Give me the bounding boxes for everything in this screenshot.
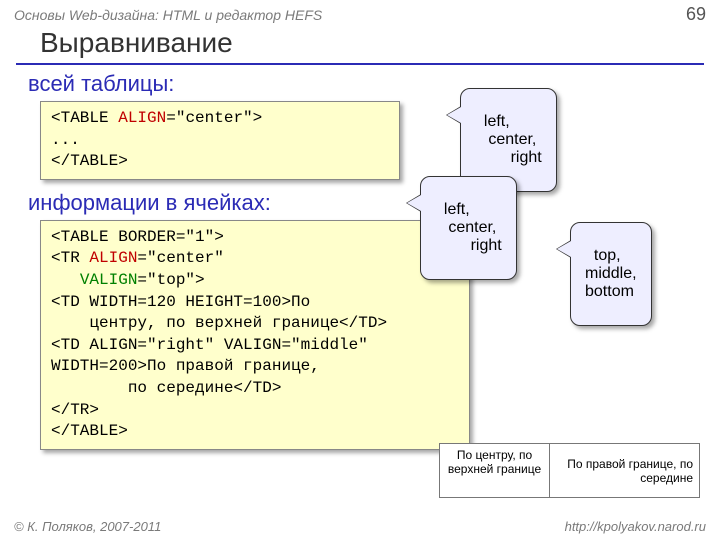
code-text: </TABLE> xyxy=(51,421,459,443)
callout-text: top, middle, bottom xyxy=(585,247,637,300)
callout-valign-values: top, middle, bottom xyxy=(570,222,652,326)
footer-url: http://kpolyakov.narod.ru xyxy=(565,519,706,534)
code-text: <TD WIDTH=120 HEIGHT=100>По xyxy=(51,292,459,314)
code-text: ="center" xyxy=(137,249,223,267)
callout-tail xyxy=(407,195,421,211)
page-number: 69 xyxy=(686,4,706,25)
topic-text: Основы Web-дизайна: HTML и редактор HEFS xyxy=(14,7,322,23)
sample-cell-top-center: По центру, по верхней границе xyxy=(440,444,550,498)
code-keyword-align: ALIGN xyxy=(89,249,137,267)
subhead-table-align: всей таблицы: xyxy=(0,71,720,97)
code-text: ="center"> xyxy=(166,109,262,127)
callout-text: left, center, right xyxy=(475,113,542,166)
callout-align-values-2: left, center, right xyxy=(420,176,517,280)
code-text: </TR> xyxy=(51,400,459,422)
code-text xyxy=(51,271,80,289)
subhead-cell-align: информации в ячейках: xyxy=(0,190,720,216)
code-table-align: <TABLE ALIGN="center"> ... </TABLE> xyxy=(40,101,400,180)
code-text: ="top"> xyxy=(137,271,204,289)
slide-header: Основы Web-дизайна: HTML и редактор HEFS… xyxy=(0,0,720,25)
copyright-text: © К. Поляков, 2007-2011 xyxy=(14,519,161,534)
code-cell-align: <TABLE BORDER="1"> <TR ALIGN="center" VA… xyxy=(40,220,470,450)
code-text: <TABLE xyxy=(51,109,118,127)
code-text: ... xyxy=(51,130,389,152)
code-text: <TD ALIGN="right" VALIGN="middle" xyxy=(51,335,459,357)
code-text: WIDTH=200>По правой границе, xyxy=(51,356,459,378)
sample-render-table: По центру, по верхней границе По правой … xyxy=(439,443,700,498)
code-text: <TABLE BORDER="1"> xyxy=(51,227,459,249)
callout-text: left, center, right xyxy=(435,201,502,254)
code-text: <TR xyxy=(51,249,89,267)
callout-tail xyxy=(447,107,461,123)
code-text: по середине</TD> xyxy=(51,378,459,400)
title-rule xyxy=(16,63,704,65)
code-keyword-valign: VALIGN xyxy=(80,271,138,289)
slide-footer: © К. Поляков, 2007-2011 http://kpolyakov… xyxy=(14,519,706,534)
code-keyword-align: ALIGN xyxy=(118,109,166,127)
table-row: По центру, по верхней границе По правой … xyxy=(440,444,700,498)
sample-cell-middle-right: По правой границе, по середине xyxy=(550,444,700,498)
callout-tail xyxy=(557,241,571,257)
code-text: центру, по верхней границе</TD> xyxy=(51,313,459,335)
page-title: Выравнивание xyxy=(0,25,720,63)
code-text: </TABLE> xyxy=(51,151,389,173)
